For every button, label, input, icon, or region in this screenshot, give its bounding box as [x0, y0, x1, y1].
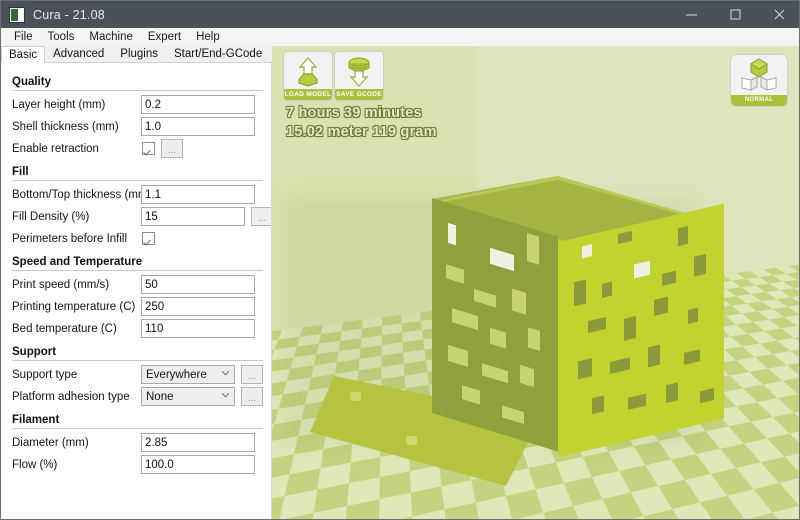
print-material-text: 15.02 meter 119 gram	[286, 124, 437, 140]
setting-label-layer-height: Layer height (mm)	[12, 98, 106, 111]
setting-row-support-type: Support type Everywhere ...	[10, 364, 263, 385]
tab-advanced[interactable]: Advanced	[45, 45, 112, 62]
setting-label-fill-density: Fill Density (%)	[12, 210, 90, 223]
setting-label-support-type: Support type	[12, 368, 78, 381]
setting-row-platform-adhesion-type: Platform adhesion type None ...	[10, 386, 263, 407]
minimize-button[interactable]	[669, 1, 713, 28]
platform-adhesion-type-select[interactable]: None	[141, 387, 235, 406]
section-title-quality: Quality	[12, 76, 51, 88]
tab-plugins[interactable]: Plugins	[112, 45, 166, 62]
print-info-overlay: 7 hours 39 minutes 15.02 meter 119 gram	[286, 104, 437, 142]
bed-temperature-input[interactable]	[141, 319, 255, 338]
section-title-speed-temperature: Speed and Temperature	[12, 256, 143, 268]
setting-row-diameter: Diameter (mm)	[10, 432, 263, 453]
down-arrow-from-spool-icon	[335, 53, 383, 91]
setting-row-flow: Flow (%)	[10, 454, 263, 475]
setting-row-print-speed: Print speed (mm/s)	[10, 274, 263, 295]
maximize-button[interactable]	[713, 1, 757, 28]
bottom-top-thickness-input[interactable]	[141, 185, 255, 204]
chevron-down-icon	[222, 393, 229, 397]
printing-temperature-input[interactable]	[141, 297, 255, 316]
window-title: Cura - 21.08	[33, 7, 105, 22]
setting-label-diameter: Diameter (mm)	[12, 436, 89, 449]
box-left-face	[432, 198, 558, 452]
settings-body: Quality Layer height (mm) Shell thicknes…	[1, 63, 272, 519]
load-model-button[interactable]: LOAD MODEL	[283, 51, 333, 101]
setting-label-bottom-top-thickness: Bottom/Top thickness (mm)	[12, 188, 152, 201]
up-arrow-into-object-icon	[284, 53, 332, 91]
menu-item-tools[interactable]: Tools	[41, 29, 83, 46]
normal-view-icon	[731, 56, 787, 94]
tab-start-end-gcode[interactable]: Start/End-GCode	[166, 45, 270, 62]
section-divider	[12, 360, 263, 361]
setting-label-shell-thickness: Shell thickness (mm)	[12, 120, 119, 133]
flow-input[interactable]	[141, 455, 255, 474]
enable-retraction-more-button[interactable]: ...	[161, 139, 183, 158]
lid-post	[406, 436, 417, 445]
fill-density-input[interactable]	[141, 207, 245, 226]
tab-basic[interactable]: Basic	[1, 46, 46, 63]
setting-row-shell-thickness: Shell thickness (mm)	[10, 116, 263, 137]
title-bar: Cura - 21.08	[1, 1, 799, 28]
menu-bar: File Tools Machine Expert Help	[1, 28, 799, 46]
section-divider	[12, 428, 263, 429]
diameter-input[interactable]	[141, 433, 255, 452]
menu-item-file[interactable]: File	[7, 29, 41, 46]
3d-viewport[interactable]: LOAD MODEL SAVE GCODE NORMAL 7 hours 39 …	[272, 46, 799, 519]
load-model-label: LOAD MODEL	[284, 89, 332, 100]
section-divider	[12, 90, 263, 91]
menu-item-machine[interactable]: Machine	[82, 29, 140, 46]
print-speed-input[interactable]	[141, 275, 255, 294]
print-time-text: 7 hours 39 minutes	[286, 105, 422, 121]
enable-retraction-checkbox[interactable]	[142, 142, 155, 155]
section-divider	[12, 180, 263, 181]
menu-item-help[interactable]: Help	[189, 29, 228, 46]
box-front-face	[558, 203, 724, 457]
close-button[interactable]	[757, 1, 799, 28]
view-mode-label: NORMAL	[731, 95, 787, 106]
platform-adhesion-more-button[interactable]: ...	[241, 387, 263, 406]
setting-row-bottom-top-thickness: Bottom/Top thickness (mm)	[10, 184, 263, 205]
setting-row-printing-temperature: Printing temperature (C)	[10, 296, 263, 317]
cura-app-icon	[9, 6, 25, 23]
support-type-select[interactable]: Everywhere	[141, 365, 235, 384]
menu-item-expert[interactable]: Expert	[141, 29, 189, 46]
section-divider	[12, 270, 263, 271]
setting-label-flow: Flow (%)	[12, 458, 58, 471]
section-title-fill: Fill	[12, 166, 29, 178]
save-gcode-label: SAVE GCODE	[335, 89, 383, 100]
support-type-more-button[interactable]: ...	[241, 365, 263, 384]
fill-density-more-button[interactable]: ...	[251, 207, 271, 226]
layer-height-input[interactable]	[141, 95, 255, 114]
settings-panel: Basic Advanced Plugins Start/End-GCode Q…	[1, 46, 272, 519]
save-gcode-button[interactable]: SAVE GCODE	[334, 51, 384, 101]
view-mode-button[interactable]: NORMAL	[730, 54, 788, 107]
setting-label-bed-temperature: Bed temperature (C)	[12, 322, 117, 335]
settings-tabs: Basic Advanced Plugins Start/End-GCode	[1, 46, 272, 63]
setting-row-enable-retraction: Enable retraction ...	[10, 138, 263, 159]
setting-label-platform-adhesion-type: Platform adhesion type	[12, 390, 130, 403]
support-type-value: Everywhere	[146, 368, 207, 381]
setting-row-perimeters-before-infill: Perimeters before Infill	[10, 228, 263, 249]
shell-thickness-input[interactable]	[141, 117, 255, 136]
setting-label-enable-retraction: Enable retraction	[12, 142, 99, 155]
platform-adhesion-type-value: None	[146, 390, 174, 403]
lid-post	[350, 392, 361, 401]
perimeters-before-infill-checkbox[interactable]	[142, 232, 155, 245]
setting-label-print-speed: Print speed (mm/s)	[12, 278, 110, 291]
chevron-down-icon	[222, 371, 229, 375]
section-title-support: Support	[12, 346, 57, 358]
section-title-filament: Filament	[12, 414, 60, 426]
window-controls	[669, 1, 799, 28]
setting-row-fill-density: Fill Density (%) ...	[10, 206, 271, 227]
setting-label-perimeters-before-infill: Perimeters before Infill	[12, 232, 128, 245]
setting-row-layer-height: Layer height (mm)	[10, 94, 263, 115]
cura-main-window: Cura - 21.08 File Tools Machine Expert H…	[0, 0, 800, 520]
setting-label-printing-temperature: Printing temperature (C)	[12, 300, 136, 313]
setting-row-bed-temperature: Bed temperature (C)	[10, 318, 263, 339]
